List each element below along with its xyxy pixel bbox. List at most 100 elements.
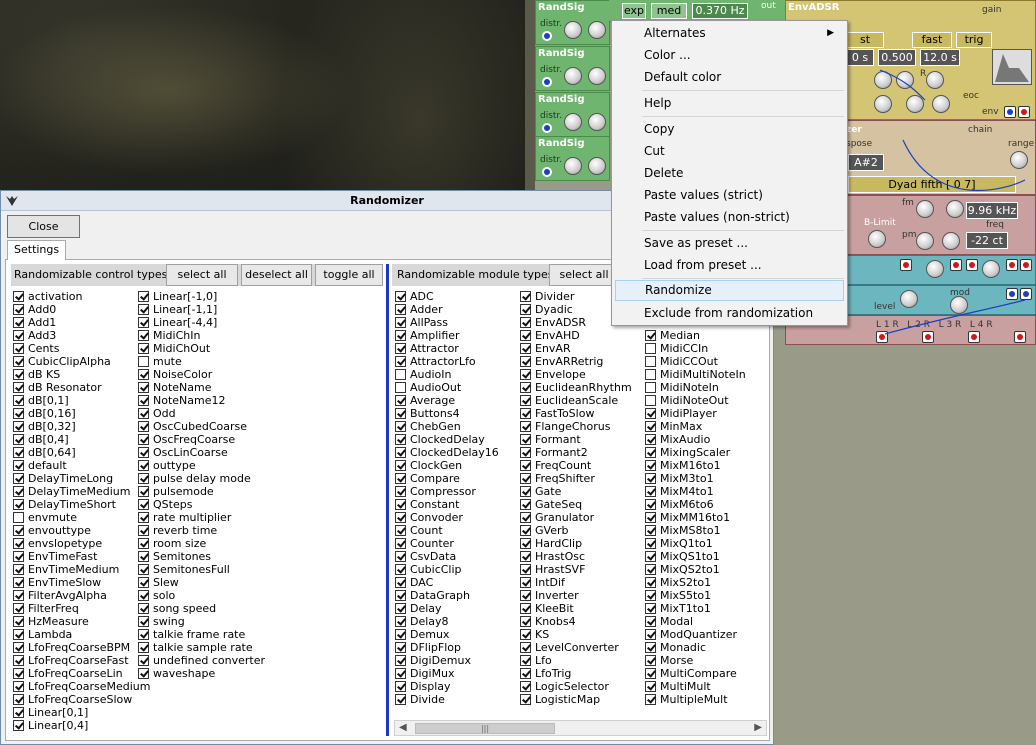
checkbox-item[interactable]: Semitones [138, 550, 265, 563]
checkbox-item[interactable]: MultipleMult [645, 693, 746, 706]
checkbox-item[interactable]: Linear[0,1] [13, 706, 150, 719]
checkbox-item[interactable]: MidiPlayer [645, 407, 746, 420]
checkbox-item[interactable]: AudioIn [395, 368, 499, 381]
checkbox-item[interactable]: Modal [645, 615, 746, 628]
checkbox[interactable] [13, 655, 24, 666]
checkbox[interactable] [645, 616, 656, 627]
checkbox-item[interactable]: Demux [395, 628, 499, 641]
checkbox[interactable] [645, 330, 656, 341]
scroll-left-icon[interactable]: ◀ [399, 722, 407, 733]
checkbox[interactable] [520, 330, 531, 341]
checkbox-item[interactable]: EuclideanRhythm [520, 381, 632, 394]
checkbox[interactable] [13, 317, 24, 328]
checkbox[interactable] [13, 382, 24, 393]
splitter[interactable] [386, 264, 389, 736]
checkbox-item[interactable]: HardClip [520, 537, 632, 550]
checkbox-item[interactable]: NoteName [138, 381, 265, 394]
menu-item-load-preset[interactable]: Load from preset ... [615, 255, 844, 276]
checkbox[interactable] [520, 655, 531, 666]
input-jack[interactable] [542, 31, 552, 41]
checkbox-item[interactable]: LfoFreqCoarseFast [13, 654, 150, 667]
checkbox-item[interactable]: DelayTimeLong [13, 472, 150, 485]
randsig-module[interactable]: RandSig distr. [535, 92, 610, 137]
checkbox-item[interactable]: HrastSVF [520, 563, 632, 576]
checkbox-item[interactable]: KleeBit [520, 602, 632, 615]
checkbox[interactable] [138, 343, 149, 354]
checkbox-item[interactable]: LfoFreqCoarseSlow [13, 693, 150, 706]
randsig-module[interactable]: RandSig distr. [535, 46, 610, 91]
checkbox-item[interactable]: solo [138, 589, 265, 602]
checkbox-item[interactable]: HzMeasure [13, 615, 150, 628]
checkbox-item[interactable]: ClockGen [395, 459, 499, 472]
checkbox[interactable] [395, 564, 406, 575]
checkbox[interactable] [13, 538, 24, 549]
checkbox-item[interactable]: ClockedDelay16 [395, 446, 499, 459]
checkbox-item[interactable]: EuclideanScale [520, 394, 632, 407]
checkbox-item[interactable]: dB Resonator [13, 381, 150, 394]
checkbox[interactable] [395, 642, 406, 653]
checkbox-item[interactable]: dB[0,32] [13, 420, 150, 433]
checkbox-item[interactable]: MidiNoteOut [645, 394, 746, 407]
checkbox[interactable] [520, 577, 531, 588]
checkbox[interactable] [395, 629, 406, 640]
checkbox-item[interactable]: Formant2 [520, 446, 632, 459]
checkbox-item[interactable]: AllPass [395, 316, 499, 329]
checkbox[interactable] [13, 421, 24, 432]
close-button[interactable]: Close [7, 215, 80, 238]
checkbox[interactable] [13, 512, 24, 523]
checkbox-item[interactable]: FreqShifter [520, 472, 632, 485]
checkbox-item[interactable]: Gate [520, 485, 632, 498]
checkbox[interactable] [138, 551, 149, 562]
checkbox[interactable] [138, 460, 149, 471]
knob[interactable] [588, 157, 606, 175]
checkbox[interactable] [395, 473, 406, 484]
checkbox-item[interactable]: envslopetype [13, 537, 150, 550]
checkbox[interactable] [520, 499, 531, 510]
checkbox[interactable] [395, 525, 406, 536]
checkbox[interactable] [395, 486, 406, 497]
checkbox-item[interactable]: Average [395, 394, 499, 407]
menu-item-copy[interactable]: Copy [615, 119, 844, 140]
checkbox-item[interactable]: Inverter [520, 589, 632, 602]
checkbox-item[interactable]: Constant [395, 498, 499, 511]
checkbox-item[interactable]: MixM16to1 [645, 459, 746, 472]
checkbox-item[interactable]: OscCubedCoarse [138, 420, 265, 433]
checkbox[interactable] [520, 486, 531, 497]
checkbox[interactable] [138, 538, 149, 549]
checkbox-item[interactable]: CubicClip [395, 563, 499, 576]
checkbox-item[interactable]: MixQS1to1 [645, 550, 746, 563]
knob[interactable] [588, 113, 606, 131]
checkbox[interactable] [395, 291, 406, 302]
checkbox[interactable] [645, 473, 656, 484]
checkbox-item[interactable]: Median [645, 329, 746, 342]
checkbox[interactable] [520, 395, 531, 406]
checkbox[interactable] [520, 681, 531, 692]
checkbox-item[interactable]: DataGraph [395, 589, 499, 602]
checkbox[interactable] [138, 629, 149, 640]
checkbox-item[interactable]: FlangeChorus [520, 420, 632, 433]
checkbox-item[interactable]: EnvAR [520, 342, 632, 355]
checkbox[interactable] [645, 655, 656, 666]
checkbox[interactable] [13, 577, 24, 588]
checkbox-item[interactable]: DelayTimeShort [13, 498, 150, 511]
checkbox-item[interactable]: MixMM16to1 [645, 511, 746, 524]
checkbox[interactable] [645, 590, 656, 601]
checkbox[interactable] [395, 395, 406, 406]
menu-item-delete[interactable]: Delete [615, 163, 844, 184]
checkbox-item[interactable]: talkie sample rate [138, 641, 265, 654]
checkbox[interactable] [645, 512, 656, 523]
checkbox[interactable] [395, 590, 406, 601]
checkbox-item[interactable]: Linear[-4,4] [138, 316, 265, 329]
checkbox[interactable] [138, 668, 149, 679]
checkbox[interactable] [138, 486, 149, 497]
checkbox-item[interactable]: MixM6to6 [645, 498, 746, 511]
checkbox[interactable] [520, 603, 531, 614]
select-all-button[interactable]: select all [549, 264, 619, 286]
checkbox[interactable] [645, 447, 656, 458]
checkbox-item[interactable]: Linear[-1,1] [138, 303, 265, 316]
menu-item-color[interactable]: Color ... [615, 45, 844, 66]
checkbox-item[interactable]: ClockedDelay [395, 433, 499, 446]
checkbox-item[interactable]: DelayTimeMedium [13, 485, 150, 498]
checkbox[interactable] [13, 668, 24, 679]
knob[interactable] [588, 67, 606, 85]
